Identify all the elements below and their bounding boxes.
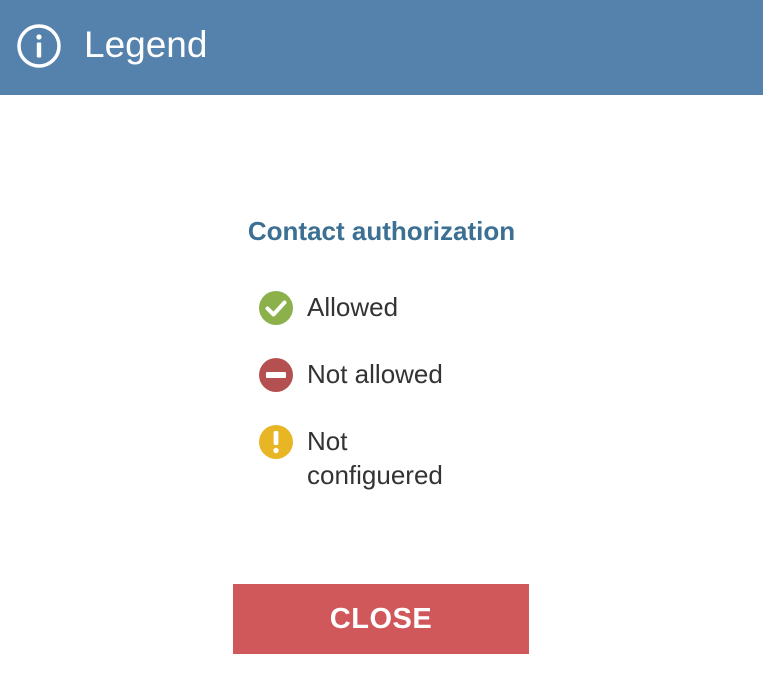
close-button[interactable]: CLOSE: [233, 584, 529, 654]
legend-label-not-configured: Not configuered: [307, 426, 443, 490]
legend-dialog: Legend Contact authorization Allowed Not…: [0, 0, 763, 696]
exclamation-circle-icon: [258, 424, 294, 460]
legend-label-not-allowed: Not allowed: [307, 359, 443, 389]
check-circle-icon: [258, 290, 294, 326]
section-heading: Contact authorization: [247, 216, 516, 246]
legend-label-allowed: Allowed: [307, 292, 399, 322]
legend-item-not-allowed: Not allowed: [258, 357, 487, 393]
legend-item-allowed: Allowed: [258, 290, 487, 326]
minus-circle-icon: [258, 357, 294, 393]
info-icon: [16, 23, 62, 69]
dialog-header: Legend: [0, 0, 763, 95]
dialog-title: Legend: [84, 24, 208, 65]
legend-item-not-configured: Not configuered: [258, 424, 477, 492]
